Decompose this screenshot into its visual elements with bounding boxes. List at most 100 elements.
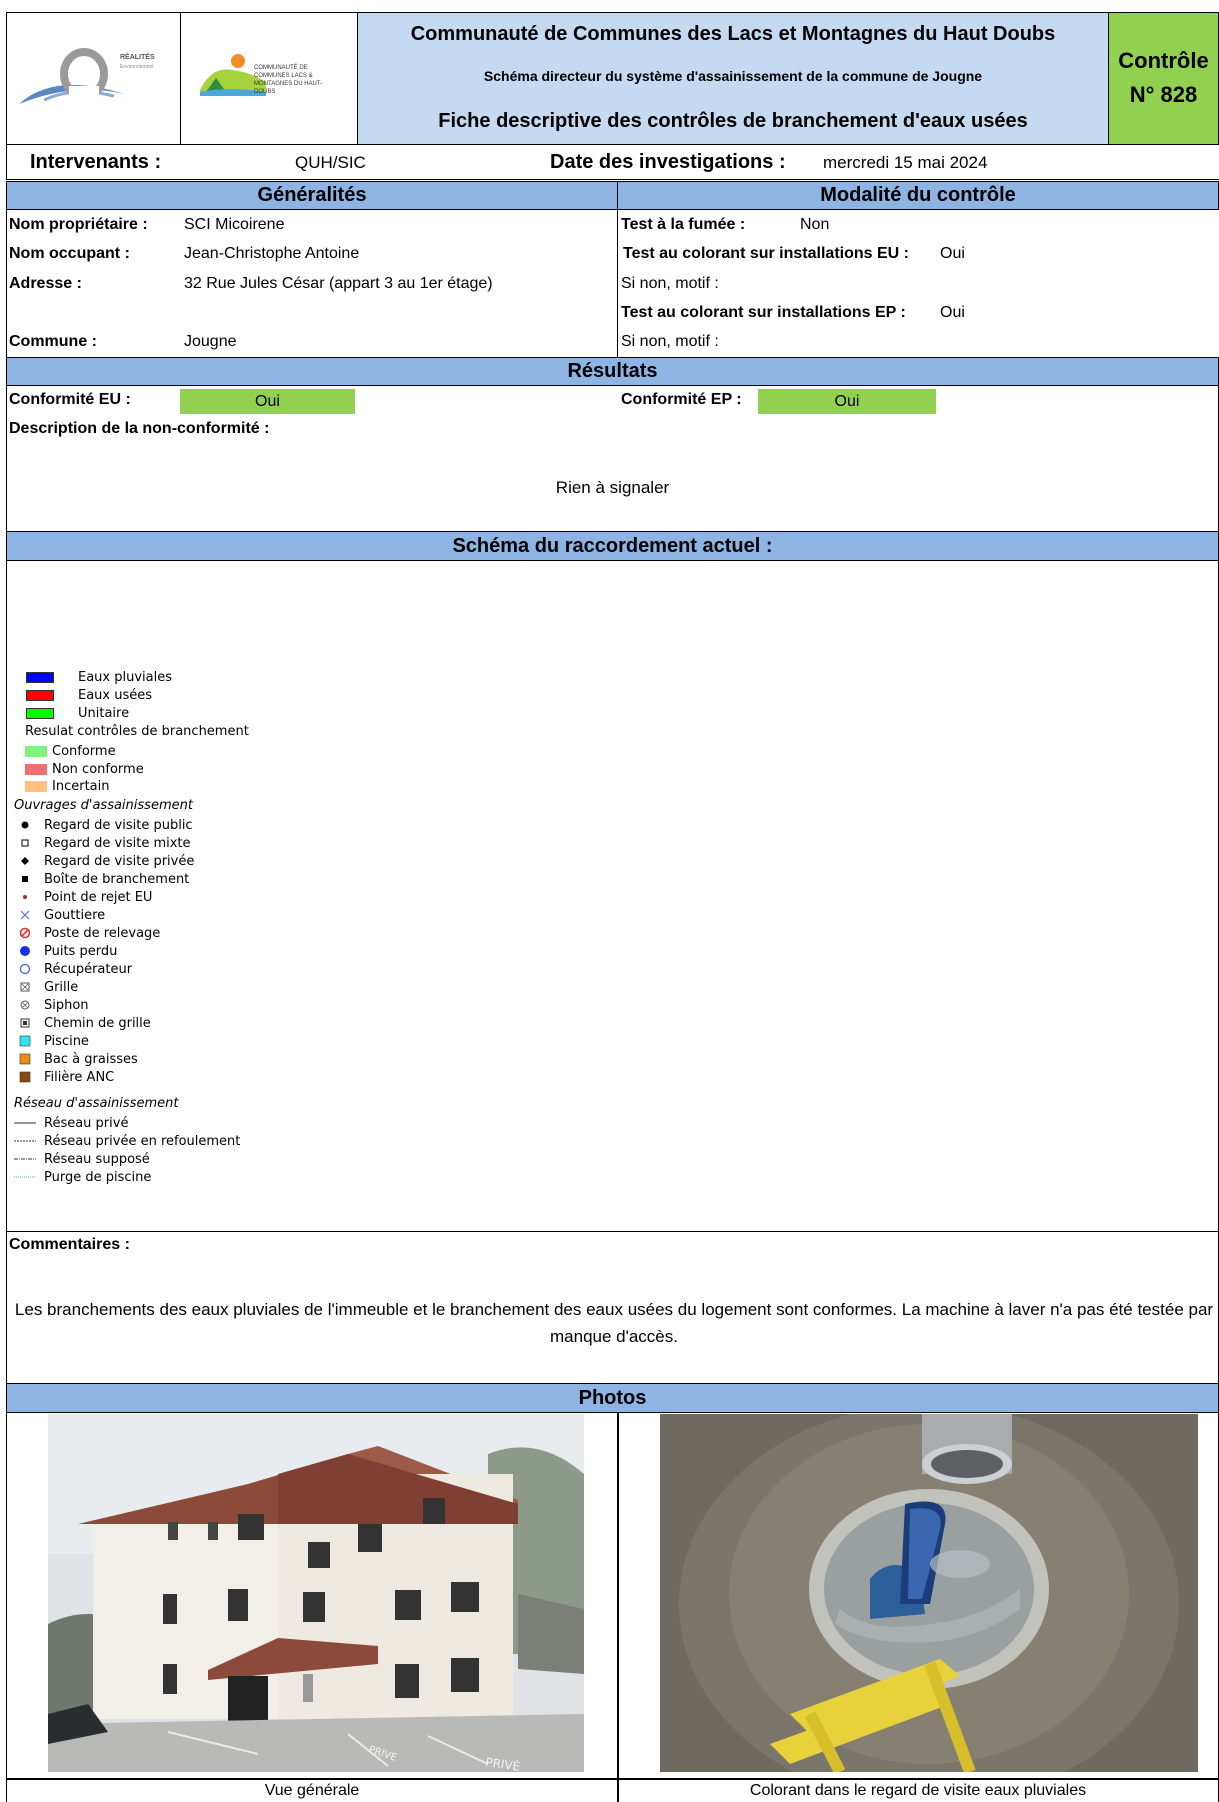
reseau-refoulement-line-icon: [14, 1140, 36, 1142]
header-subtitle: Schéma directeur du système d'assainisse…: [483, 68, 983, 84]
photos-divider: [617, 1412, 619, 1802]
control-label: Contrôle: [1118, 48, 1209, 73]
generalites-title: Généralités: [257, 184, 367, 206]
poste-relevage-icon: [19, 927, 31, 939]
control-sheet: RÉALITÉS Environnement COMMUNAUTÉ DE COM…: [0, 0, 1219, 1802]
legend-chemin-grille: Chemin de grille: [14, 1014, 151, 1032]
commune-label: Commune :: [9, 333, 97, 350]
conformite-ep-badge: Oui: [758, 389, 936, 414]
motif-eu-label: Si non, motif :: [621, 275, 719, 292]
swatch-conforme: [25, 745, 47, 757]
legend-regard-public: Regard de visite public: [14, 816, 193, 834]
purge-piscine-line-icon: [14, 1176, 36, 1178]
date-label: Date des investigations :: [550, 151, 786, 173]
legend-unitaire: Unitaire: [26, 704, 129, 722]
photo-building: PRIVÉ PRIVE: [48, 1414, 584, 1772]
siphon-icon: [20, 1000, 30, 1010]
legend-reseau-suppose: Réseau supposé: [14, 1150, 150, 1168]
swatch-non-conforme: [25, 763, 47, 775]
legend-poste-relevage: Poste de relevage: [14, 924, 160, 942]
commentaires-text: Les branchements des eaux pluviales de l…: [14, 1300, 1214, 1346]
commune-value: Jougne: [184, 333, 237, 350]
fumee-value: Non: [800, 216, 830, 233]
conformite-ep-label: Conformité EP :: [621, 391, 742, 408]
legend-resultat-title: Resulat contrôles de branchement: [25, 724, 249, 739]
caption-left: Vue générale: [264, 1781, 360, 1799]
legend-reseau-prive: Réseau privé: [14, 1114, 128, 1132]
colorant-ep-label: Test au colorant sur installations EP :: [621, 304, 906, 321]
reseau-prive-line-icon: [14, 1122, 36, 1124]
colorant-eu-value: Oui: [940, 245, 965, 262]
header-heading: Fiche descriptive des contrôles de branc…: [438, 109, 1028, 132]
legend-gouttiere: Gouttiere: [14, 906, 105, 924]
gouttiere-icon: [20, 910, 30, 920]
realites-logo: RÉALITÉS Environnement: [14, 42, 174, 112]
legend-grille: Grille: [14, 978, 78, 996]
schema-title: Schéma du raccordement actuel :: [452, 534, 773, 557]
photos-title: Photos: [578, 1386, 647, 1409]
legend-recuperateur: Récupérateur: [14, 960, 132, 978]
modalite-band: Modalité du contrôle: [617, 181, 1219, 210]
legend-reseau-title: Réseau d'assainissement: [14, 1096, 179, 1111]
motif-ep-label: Si non, motif :: [621, 333, 719, 350]
schema-legend: Eaux pluviales Eaux usées Unitaire Resul…: [14, 668, 314, 1198]
legend-non-conforme: Non conforme: [25, 760, 144, 778]
proprietaire-value: SCI Micoirene: [184, 216, 285, 233]
legend-puits-perdu: Puits perdu: [14, 942, 117, 960]
filiere-anc-icon: [19, 1071, 31, 1083]
legend-regard-privee: Regard de visite privée: [14, 852, 194, 870]
swatch-incertain: [25, 780, 47, 792]
regard-privee-icon: [21, 857, 29, 865]
chemin-grille-icon: [20, 1018, 30, 1028]
bac-graisses-icon: [19, 1053, 31, 1065]
realites-logo-subtext: Environnement: [120, 64, 154, 70]
reseau-suppose-line-icon: [14, 1158, 36, 1160]
boite-branchement-icon: [22, 876, 28, 882]
adresse-value: 32 Rue Jules César (appart 3 au 1er étag…: [184, 275, 493, 292]
cc-lacs-montagnes-logo: COMMUNAUTÉ DE COMMUNES LACS & MONTAGNES …: [198, 52, 338, 102]
legend-regard-mixte: Regard de visite mixte: [14, 834, 191, 852]
legend-reseau-refoulement: Réseau privée en refoulement: [14, 1132, 240, 1150]
schema-band: Schéma du raccordement actuel :: [6, 531, 1219, 561]
legend-piscine: Piscine: [14, 1032, 89, 1050]
date-value: mercredi 15 mai 2024: [823, 153, 988, 172]
intervenants-value: QUH/SIC: [295, 153, 366, 172]
legend-conforme: Conforme: [25, 742, 116, 760]
fumee-label: Test à la fumée :: [621, 216, 746, 233]
point-rejet-icon: [23, 895, 27, 899]
legend-ouvrages-title: Ouvrages d'assainissement: [14, 798, 193, 813]
adresse-label: Adresse :: [9, 275, 82, 292]
control-number-cell: [1108, 12, 1219, 145]
regard-mixte-icon: [21, 839, 29, 847]
piscine-icon: [19, 1035, 31, 1047]
legend-purge-piscine: Purge de piscine: [14, 1168, 151, 1186]
swatch-eaux-pluviales: [26, 671, 54, 683]
conformite-ep-value: Oui: [834, 392, 860, 410]
description-value: Rien à signaler: [555, 478, 670, 497]
legend-incertain: Incertain: [25, 777, 109, 795]
modalite-title: Modalité du contrôle: [820, 184, 1016, 206]
photo-manhole: [660, 1414, 1198, 1772]
resultats-title: Résultats: [567, 360, 658, 382]
resultats-band: Résultats: [6, 357, 1219, 386]
generalites-band: Généralités: [6, 181, 618, 210]
proprietaire-label: Nom propriétaire :: [9, 216, 148, 233]
swatch-unitaire: [26, 707, 54, 719]
colorant-eu-label: Test au colorant sur installations EU :: [623, 245, 909, 262]
conformite-eu-badge: Oui: [180, 389, 355, 414]
colorant-ep-value: Oui: [940, 304, 965, 321]
commentaires-label: Commentaires :: [9, 1236, 130, 1253]
control-number: N° 828: [1129, 82, 1198, 107]
legend-boite: Boîte de branchement: [14, 870, 189, 888]
legend-point-rejet: Point de rejet EU: [14, 888, 152, 906]
cc-logo-text: COMMUNAUTÉ DE COMMUNES LACS & MONTAGNES …: [254, 65, 323, 95]
legend-filiere-anc: Filière ANC: [14, 1068, 114, 1086]
realites-logo-text: RÉALITÉS: [120, 54, 155, 61]
conformite-eu-label: Conformité EU :: [9, 391, 131, 408]
photos-band: Photos: [6, 1383, 1219, 1413]
legend-siphon: Siphon: [14, 996, 89, 1014]
recuperateur-icon: [19, 963, 31, 975]
legend-eaux-pluviales: Eaux pluviales: [26, 668, 172, 686]
occupant-label: Nom occupant :: [9, 245, 130, 262]
occupant-value: Jean-Christophe Antoine: [184, 245, 360, 262]
